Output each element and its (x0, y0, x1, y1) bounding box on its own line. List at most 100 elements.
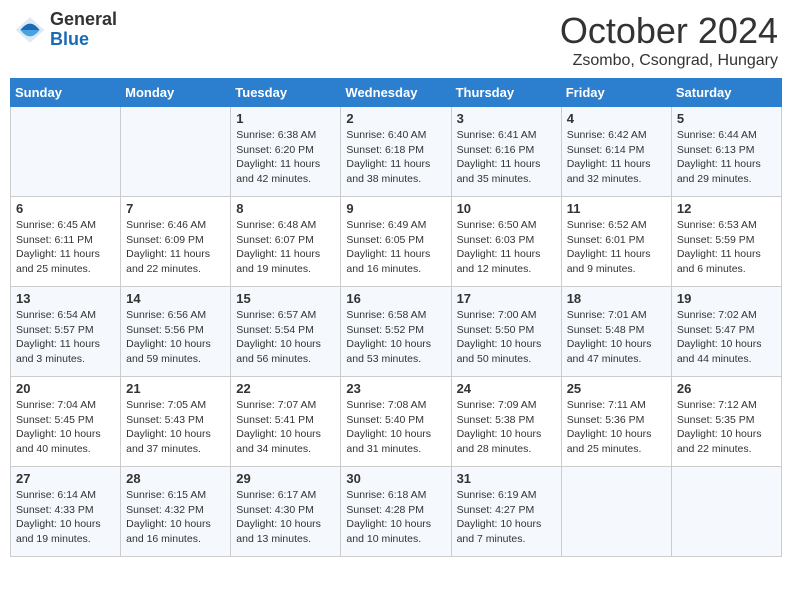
calendar-cell: 22 Sunrise: 7:07 AMSunset: 5:41 PMDayligh… (231, 377, 341, 467)
day-number: 30 (346, 471, 445, 486)
day-number: 28 (126, 471, 225, 486)
day-info: Sunrise: 7:12 AMSunset: 5:35 PMDaylight:… (677, 398, 776, 457)
day-info: Sunrise: 7:02 AMSunset: 5:47 PMDaylight:… (677, 308, 776, 367)
calendar-week-2: 6 Sunrise: 6:45 AMSunset: 6:11 PMDaylight… (11, 197, 782, 287)
day-number: 7 (126, 201, 225, 216)
logo-blue: Blue (50, 30, 117, 50)
month-title: October 2024 (560, 10, 778, 52)
calendar-cell: 9 Sunrise: 6:49 AMSunset: 6:05 PMDaylight… (341, 197, 451, 287)
calendar-cell: 31 Sunrise: 6:19 AMSunset: 4:27 PMDayligh… (451, 467, 561, 557)
day-info: Sunrise: 6:49 AMSunset: 6:05 PMDaylight:… (346, 218, 445, 277)
logo: General Blue (14, 10, 117, 50)
day-number: 24 (457, 381, 556, 396)
logo-general: General (50, 10, 117, 30)
day-info: Sunrise: 7:04 AMSunset: 5:45 PMDaylight:… (16, 398, 115, 457)
calendar-cell (671, 467, 781, 557)
day-number: 6 (16, 201, 115, 216)
day-number: 11 (567, 201, 666, 216)
day-info: Sunrise: 6:38 AMSunset: 6:20 PMDaylight:… (236, 128, 335, 187)
calendar-cell: 4Sunrise: 6:42 AMSunset: 6:14 PMDaylight… (561, 107, 671, 197)
day-number: 16 (346, 291, 445, 306)
calendar-cell: 8 Sunrise: 6:48 AMSunset: 6:07 PMDaylight… (231, 197, 341, 287)
calendar-cell (11, 107, 121, 197)
day-of-week-wednesday: Wednesday (341, 79, 451, 107)
day-number: 5 (677, 111, 776, 126)
day-of-week-friday: Friday (561, 79, 671, 107)
day-info: Sunrise: 6:40 AMSunset: 6:18 PMDaylight:… (346, 128, 445, 187)
calendar-week-1: 1 Sunrise: 6:38 AMSunset: 6:20 PMDaylight… (11, 107, 782, 197)
day-number: 23 (346, 381, 445, 396)
day-number: 27 (16, 471, 115, 486)
day-info: Sunrise: 6:54 AMSunset: 5:57 PMDaylight:… (16, 308, 115, 367)
calendar-cell: 26 Sunrise: 7:12 AMSunset: 5:35 PMDayligh… (671, 377, 781, 467)
calendar-cell: 27Sunrise: 6:14 AMSunset: 4:33 PMDayligh… (11, 467, 121, 557)
day-number: 3 (457, 111, 556, 126)
day-info: Sunrise: 6:46 AMSunset: 6:09 PMDaylight:… (126, 218, 225, 277)
day-info: Sunrise: 6:19 AMSunset: 4:27 PMDaylight:… (457, 488, 556, 547)
day-number: 4 (567, 111, 666, 126)
day-number: 13 (16, 291, 115, 306)
day-info: Sunrise: 6:56 AMSunset: 5:56 PMDaylight:… (126, 308, 225, 367)
page-header: General Blue October 2024 Zsombo, Csongr… (10, 10, 782, 70)
day-info: Sunrise: 6:52 AMSunset: 6:01 PMDaylight:… (567, 218, 666, 277)
day-info: Sunrise: 6:41 AMSunset: 6:16 PMDaylight:… (457, 128, 556, 187)
calendar-cell: 29Sunrise: 6:17 AMSunset: 4:30 PMDayligh… (231, 467, 341, 557)
day-info: Sunrise: 6:48 AMSunset: 6:07 PMDaylight:… (236, 218, 335, 277)
day-number: 14 (126, 291, 225, 306)
calendar-cell: 17 Sunrise: 7:00 AMSunset: 5:50 PMDayligh… (451, 287, 561, 377)
day-number: 8 (236, 201, 335, 216)
logo-icon (14, 14, 46, 46)
calendar-cell: 30 Sunrise: 6:18 AMSunset: 4:28 PMDayligh… (341, 467, 451, 557)
day-info: Sunrise: 7:09 AMSunset: 5:38 PMDaylight:… (457, 398, 556, 457)
day-info: Sunrise: 6:58 AMSunset: 5:52 PMDaylight:… (346, 308, 445, 367)
day-info: Sunrise: 6:18 AMSunset: 4:28 PMDaylight:… (346, 488, 445, 547)
day-number: 12 (677, 201, 776, 216)
day-info: Sunrise: 7:00 AMSunset: 5:50 PMDaylight:… (457, 308, 556, 367)
calendar-cell: 5 Sunrise: 6:44 AMSunset: 6:13 PMDaylight… (671, 107, 781, 197)
calendar-cell: 23Sunrise: 7:08 AMSunset: 5:40 PMDayligh… (341, 377, 451, 467)
day-number: 18 (567, 291, 666, 306)
day-info: Sunrise: 6:50 AMSunset: 6:03 PMDaylight:… (457, 218, 556, 277)
day-number: 17 (457, 291, 556, 306)
calendar-cell: 15Sunrise: 6:57 AMSunset: 5:54 PMDayligh… (231, 287, 341, 377)
calendar-cell: 24 Sunrise: 7:09 AMSunset: 5:38 PMDayligh… (451, 377, 561, 467)
calendar-cell: 13 Sunrise: 6:54 AMSunset: 5:57 PMDayligh… (11, 287, 121, 377)
calendar-cell: 12 Sunrise: 6:53 AMSunset: 5:59 PMDayligh… (671, 197, 781, 287)
logo-text: General Blue (50, 10, 117, 50)
calendar-cell: 2Sunrise: 6:40 AMSunset: 6:18 PMDaylight… (341, 107, 451, 197)
day-info: Sunrise: 6:17 AMSunset: 4:30 PMDaylight:… (236, 488, 335, 547)
day-number: 25 (567, 381, 666, 396)
title-block: October 2024 Zsombo, Csongrad, Hungary (560, 10, 778, 70)
day-number: 31 (457, 471, 556, 486)
day-info: Sunrise: 6:57 AMSunset: 5:54 PMDaylight:… (236, 308, 335, 367)
calendar-cell: 25 Sunrise: 7:11 AMSunset: 5:36 PMDayligh… (561, 377, 671, 467)
day-number: 26 (677, 381, 776, 396)
day-number: 22 (236, 381, 335, 396)
calendar-cell (121, 107, 231, 197)
calendar-header: SundayMondayTuesdayWednesdayThursdayFrid… (11, 79, 782, 107)
location: Zsombo, Csongrad, Hungary (560, 52, 778, 70)
day-number: 9 (346, 201, 445, 216)
day-info: Sunrise: 6:45 AMSunset: 6:11 PMDaylight:… (16, 218, 115, 277)
day-number: 1 (236, 111, 335, 126)
calendar-cell: 7 Sunrise: 6:46 AMSunset: 6:09 PMDaylight… (121, 197, 231, 287)
day-of-week-tuesday: Tuesday (231, 79, 341, 107)
day-info: Sunrise: 6:53 AMSunset: 5:59 PMDaylight:… (677, 218, 776, 277)
day-number: 19 (677, 291, 776, 306)
day-of-week-saturday: Saturday (671, 79, 781, 107)
calendar-week-4: 20Sunrise: 7:04 AMSunset: 5:45 PMDayligh… (11, 377, 782, 467)
calendar-cell (561, 467, 671, 557)
day-info: Sunrise: 7:11 AMSunset: 5:36 PMDaylight:… (567, 398, 666, 457)
calendar-cell: 19 Sunrise: 7:02 AMSunset: 5:47 PMDayligh… (671, 287, 781, 377)
calendar-cell: 18Sunrise: 7:01 AMSunset: 5:48 PMDayligh… (561, 287, 671, 377)
day-info: Sunrise: 7:07 AMSunset: 5:41 PMDaylight:… (236, 398, 335, 457)
calendar-cell: 28 Sunrise: 6:15 AMSunset: 4:32 PMDayligh… (121, 467, 231, 557)
day-info: Sunrise: 6:44 AMSunset: 6:13 PMDaylight:… (677, 128, 776, 187)
day-of-week-thursday: Thursday (451, 79, 561, 107)
day-of-week-sunday: Sunday (11, 79, 121, 107)
day-number: 10 (457, 201, 556, 216)
calendar-cell: 11 Sunrise: 6:52 AMSunset: 6:01 PMDayligh… (561, 197, 671, 287)
calendar-cell: 6 Sunrise: 6:45 AMSunset: 6:11 PMDaylight… (11, 197, 121, 287)
day-info: Sunrise: 6:15 AMSunset: 4:32 PMDaylight:… (126, 488, 225, 547)
calendar-cell: 16 Sunrise: 6:58 AMSunset: 5:52 PMDayligh… (341, 287, 451, 377)
